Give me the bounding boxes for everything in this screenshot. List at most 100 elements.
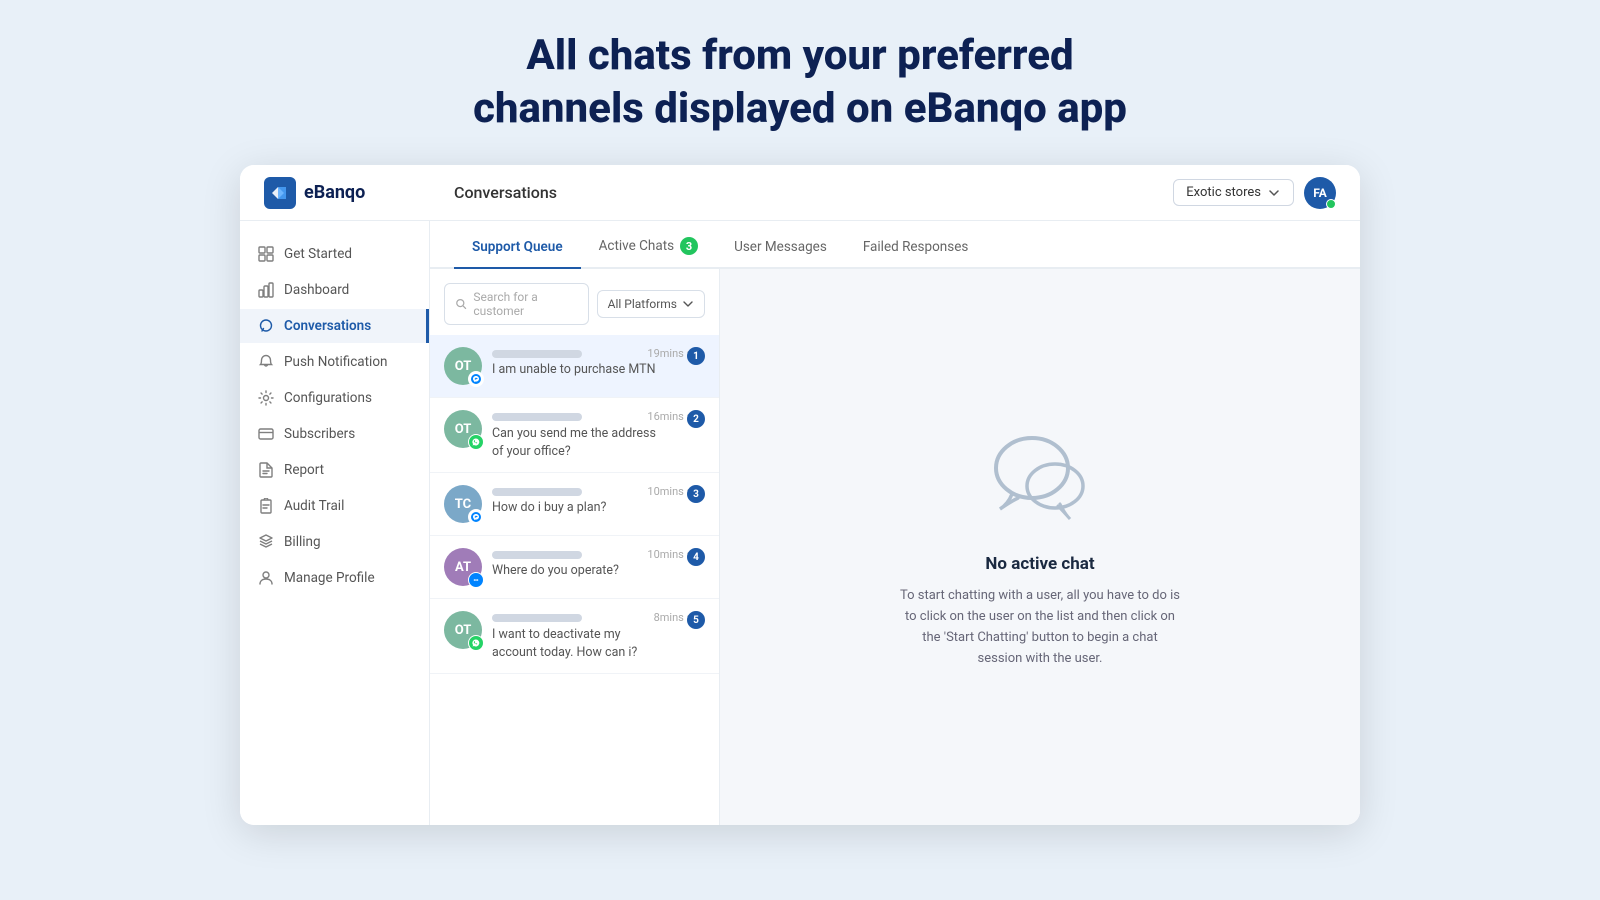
- search-icon: [455, 297, 467, 311]
- credit-card-icon: [258, 426, 274, 442]
- top-bar-right: Exotic stores FA: [1173, 177, 1336, 209]
- sidebar-item-report[interactable]: Report: [240, 453, 429, 487]
- top-bar-title: Conversations: [454, 183, 1173, 202]
- avatar-wrap: OT: [444, 611, 482, 649]
- chat-item[interactable]: OT: [430, 599, 719, 674]
- chat-number: 5: [687, 611, 705, 629]
- logo-icon: [264, 177, 296, 209]
- tab-user-messages[interactable]: User Messages: [716, 223, 845, 269]
- messenger-badge: [468, 371, 484, 387]
- sidebar-label-subscribers: Subscribers: [284, 426, 355, 442]
- chat-name-bar: [492, 551, 582, 559]
- chat-name-row: 16mins ago: [492, 410, 705, 423]
- sidebar-item-configurations[interactable]: Configurations: [240, 381, 429, 415]
- sidebar-label-dashboard: Dashboard: [284, 282, 349, 298]
- store-selector[interactable]: Exotic stores: [1173, 179, 1294, 206]
- avatar-wrap: TC: [444, 485, 482, 523]
- sidebar-item-conversations[interactable]: Conversations: [240, 309, 429, 343]
- chat-name-bar: [492, 488, 582, 496]
- chat-info: 19mins ago I am unable to purchase MTN: [492, 347, 705, 377]
- chevron-down-icon: [682, 298, 694, 310]
- active-chats-badge: 3: [680, 237, 698, 255]
- filter-button[interactable]: All Platforms: [597, 290, 705, 318]
- chat-info: 10mins ago How do i buy a plan?: [492, 485, 705, 515]
- chat-message: I want to deactivate my account today. H…: [492, 626, 705, 661]
- chat-panel: Search for a customer All Platforms: [430, 269, 1360, 825]
- file-text-icon: [258, 462, 274, 478]
- main-layout: Get Started Dashboard Conversations: [240, 221, 1360, 825]
- chat-number: 2: [687, 410, 705, 428]
- page-headline: All chats from your preferred channels d…: [473, 30, 1127, 135]
- bell-icon: [258, 354, 274, 370]
- logo-area: eBanqo: [264, 177, 454, 209]
- chat-message: Can you send me the address of your offi…: [492, 425, 705, 460]
- messenger-badge: [468, 509, 484, 525]
- sidebar: Get Started Dashboard Conversations: [240, 221, 430, 825]
- chat-message: I am unable to purchase MTN: [492, 362, 705, 377]
- tab-active-chats[interactable]: Active Chats 3: [581, 221, 716, 269]
- whatsapp-badge: [468, 635, 484, 651]
- sidebar-label-get-started: Get Started: [284, 246, 352, 262]
- clipboard-icon: [258, 498, 274, 514]
- chat-illustration: [980, 424, 1100, 534]
- sidebar-item-manage-profile[interactable]: Manage Profile: [240, 561, 429, 595]
- search-box[interactable]: Search for a customer: [444, 283, 589, 325]
- grid-icon: [258, 246, 274, 262]
- chat-name-bar: [492, 413, 582, 421]
- chat-list: Search for a customer All Platforms: [430, 269, 720, 825]
- chat-message: Where do you operate?: [492, 563, 705, 578]
- chat-items: OT: [430, 335, 719, 825]
- sidebar-label-billing: Billing: [284, 534, 321, 550]
- tab-failed-responses[interactable]: Failed Responses: [845, 223, 987, 269]
- sidebar-item-get-started[interactable]: Get Started: [240, 237, 429, 271]
- chat-name-bar: [492, 614, 582, 622]
- chat-info: 10mins ago Where do you operate?: [492, 548, 705, 578]
- user-icon: [258, 570, 274, 586]
- settings-icon: [258, 390, 274, 406]
- sidebar-item-audit-trail[interactable]: Audit Trail: [240, 489, 429, 523]
- chat-item[interactable]: OT: [430, 398, 719, 473]
- chat-message: How do i buy a plan?: [492, 500, 705, 515]
- sidebar-label-report: Report: [284, 462, 324, 478]
- chat-name-row: 10mins ago: [492, 548, 705, 561]
- no-chat-title: No active chat: [985, 554, 1094, 574]
- app-window: eBanqo Conversations Exotic stores FA: [240, 165, 1360, 825]
- no-active-chat-panel: No active chat To start chatting with a …: [720, 269, 1360, 825]
- avatar-wrap: AT: [444, 548, 482, 586]
- avatar-wrap: OT: [444, 410, 482, 448]
- sidebar-item-billing[interactable]: Billing: [240, 525, 429, 559]
- sidebar-item-push-notification[interactable]: Push Notification: [240, 345, 429, 379]
- chat-number: 1: [687, 347, 705, 365]
- content-area: Support Queue Active Chats 3 User Messag…: [430, 221, 1360, 825]
- whatsapp-badge: [468, 434, 484, 450]
- message-circle-icon: [258, 318, 274, 334]
- chat-info: 16mins ago Can you send me the address o…: [492, 410, 705, 460]
- chat-name-row: 10mins ago: [492, 485, 705, 498]
- sidebar-label-push-notification: Push Notification: [284, 354, 388, 370]
- store-label: Exotic stores: [1186, 185, 1261, 200]
- sidebar-label-conversations: Conversations: [284, 318, 371, 334]
- sidebar-item-dashboard[interactable]: Dashboard: [240, 273, 429, 307]
- chat-item[interactable]: AT: [430, 536, 719, 599]
- sidebar-label-audit-trail: Audit Trail: [284, 498, 344, 514]
- livechat-badge: [468, 572, 484, 588]
- chat-item[interactable]: TC: [430, 473, 719, 536]
- sidebar-item-subscribers[interactable]: Subscribers: [240, 417, 429, 451]
- search-placeholder: Search for a customer: [473, 290, 577, 318]
- chat-item[interactable]: OT: [430, 335, 719, 398]
- chat-list-header: Search for a customer All Platforms: [430, 269, 719, 335]
- chat-name-row: 8mins ago: [492, 611, 705, 624]
- chevron-down-icon: [1267, 186, 1281, 200]
- chat-name-row: 19mins ago: [492, 347, 705, 360]
- tabs-bar: Support Queue Active Chats 3 User Messag…: [430, 221, 1360, 269]
- chat-number: 4: [687, 548, 705, 566]
- user-avatar[interactable]: FA: [1304, 177, 1336, 209]
- chat-info: 8mins ago I want to deactivate my accoun…: [492, 611, 705, 661]
- no-chat-description: To start chatting with a user, all you h…: [900, 586, 1180, 669]
- chat-name-bar: [492, 350, 582, 358]
- tab-support-queue[interactable]: Support Queue: [454, 223, 581, 269]
- layers-icon: [258, 534, 274, 550]
- sidebar-label-configurations: Configurations: [284, 390, 372, 406]
- top-bar: eBanqo Conversations Exotic stores FA: [240, 165, 1360, 221]
- avatar-wrap: OT: [444, 347, 482, 385]
